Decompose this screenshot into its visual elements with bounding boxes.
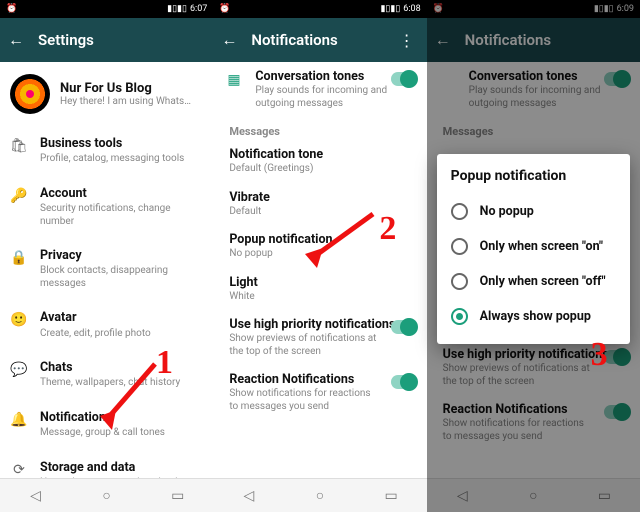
- row-reaction-notifications: Reaction NotificationsShow notifications…: [427, 395, 640, 450]
- row-light[interactable]: LightWhite: [213, 268, 426, 311]
- nav-recent-icon[interactable]: ▭: [382, 487, 400, 505]
- toggle-reactions[interactable]: [391, 375, 417, 389]
- nav-back-icon[interactable]: ◁: [240, 487, 258, 505]
- row-avatar[interactable]: 🙂AvatarCreate, edit, profile photo: [0, 300, 213, 350]
- nav-back-icon[interactable]: ◁: [27, 487, 45, 505]
- toggle-conversation-tones[interactable]: [391, 72, 417, 86]
- popup-notification-dialog: Popup notification No popup Only when sc…: [437, 154, 630, 344]
- row-notifications[interactable]: 🔔NotificationsMessage, group & call tone…: [0, 400, 213, 450]
- avatar: [10, 74, 50, 114]
- alarm-icon: ⏰: [219, 4, 230, 14]
- section-messages: Messages: [213, 117, 426, 140]
- status-time: 6:08: [403, 4, 420, 14]
- data-icon: ⟳: [10, 462, 28, 478]
- option-no-popup[interactable]: No popup: [451, 194, 616, 229]
- status-time: 6:09: [617, 4, 634, 14]
- toggle-high-priority[interactable]: [391, 320, 417, 334]
- page-title: Notifications: [465, 31, 551, 49]
- toggle-high-priority: [604, 350, 630, 364]
- nav-home-icon[interactable]: ○: [524, 487, 542, 505]
- row-chats[interactable]: 💬ChatsTheme, wallpapers, chat history: [0, 350, 213, 400]
- system-navbar: ◁ ○ ▭: [427, 478, 640, 512]
- nav-home-icon[interactable]: ○: [98, 487, 116, 505]
- row-storage[interactable]: ⟳Storage and dataNetwork usage, auto-dow…: [0, 450, 213, 479]
- row-high-priority: Use high priority notificationsShow prev…: [427, 340, 640, 395]
- toggle-conversation-tones: [604, 72, 630, 86]
- nav-back-icon[interactable]: ◁: [453, 487, 471, 505]
- row-conversation-tones: Conversation tones Play sounds for incom…: [427, 62, 640, 117]
- row-conversation-tones[interactable]: ▦ Conversation tones Play sounds for inc…: [213, 62, 426, 117]
- status-bar: ⏰ ▮▯▮▯6:07: [0, 0, 213, 18]
- back-icon[interactable]: ←: [435, 30, 451, 50]
- row-notification-tone[interactable]: Notification toneDefault (Greetings): [213, 140, 426, 183]
- nav-recent-icon[interactable]: ▭: [169, 487, 187, 505]
- row-account[interactable]: 🔑AccountSecurity notifications, change n…: [0, 176, 213, 238]
- nav-recent-icon[interactable]: ▭: [595, 487, 613, 505]
- back-icon[interactable]: ←: [221, 30, 237, 50]
- shop-icon: 🛍: [10, 138, 28, 154]
- dialog-title: Popup notification: [451, 168, 616, 184]
- key-icon: 🔑: [10, 188, 28, 204]
- header-bar: ← Settings: [0, 18, 213, 62]
- option-screen-on[interactable]: Only when screen "on": [451, 229, 616, 264]
- section-messages: Messages: [427, 117, 640, 140]
- row-privacy[interactable]: 🔒PrivacyBlock contacts, disappearing mes…: [0, 238, 213, 300]
- system-navbar: ◁ ○ ▭: [213, 478, 426, 512]
- system-navbar: ◁ ○ ▭: [0, 478, 213, 512]
- signal-icon: ▮▯▮▯: [380, 5, 400, 14]
- profile-status: Hey there! I am using Whats…: [60, 96, 191, 107]
- profile-name: Nur For Us Blog: [60, 81, 191, 96]
- status-time: 6:07: [190, 4, 207, 14]
- header-bar: ← Notifications: [427, 18, 640, 62]
- signal-icon: ▮▯▮▯: [167, 5, 187, 14]
- chat-icon: 💬: [10, 362, 28, 378]
- signal-icon: ▮▯▮▯: [594, 5, 614, 14]
- row-reaction-notifications[interactable]: Reaction NotificationsShow notifications…: [213, 365, 426, 420]
- profile-row[interactable]: Nur For Us Blog Hey there! I am using Wh…: [0, 62, 213, 126]
- screen-settings: ⏰ ▮▯▮▯6:07 ← Settings Nur For Us Blog He…: [0, 0, 213, 512]
- more-icon[interactable]: ⋮: [395, 31, 419, 50]
- status-bar: ⏰ ▮▯▮▯6:08: [213, 0, 426, 18]
- header-bar: ← Notifications ⋮: [213, 18, 426, 62]
- row-high-priority[interactable]: Use high priority notificationsShow prev…: [213, 310, 426, 365]
- bell-icon: 🔔: [10, 412, 28, 428]
- toggle-reactions: [604, 405, 630, 419]
- alarm-icon: ⏰: [6, 4, 17, 14]
- back-icon[interactable]: ←: [8, 30, 24, 50]
- qr-icon: ▦: [227, 72, 243, 88]
- screen-popup-dialog: ⏰ ▮▯▮▯6:09 ← Notifications Conversation …: [427, 0, 640, 512]
- option-screen-off[interactable]: Only when screen "off": [451, 264, 616, 299]
- screen-notifications: ⏰ ▮▯▮▯6:08 ← Notifications ⋮ ▦ Conversat…: [213, 0, 426, 512]
- row-popup-notification[interactable]: Popup notificationNo popup: [213, 225, 426, 268]
- alarm-icon: ⏰: [433, 4, 444, 14]
- page-title: Settings: [38, 31, 94, 49]
- status-bar: ⏰ ▮▯▮▯6:09: [427, 0, 640, 18]
- radio-icon-selected: [451, 308, 468, 325]
- lock-icon: 🔒: [10, 250, 28, 266]
- settings-content: Nur For Us Blog Hey there! I am using Wh…: [0, 62, 213, 478]
- option-always-show[interactable]: Always show popup: [451, 299, 616, 334]
- radio-icon: [451, 238, 468, 255]
- face-icon: 🙂: [10, 312, 28, 328]
- radio-icon: [451, 273, 468, 290]
- row-vibrate[interactable]: VibrateDefault: [213, 183, 426, 226]
- notifications-content: ▦ Conversation tones Play sounds for inc…: [213, 62, 426, 478]
- row-business-tools[interactable]: 🛍Business toolsProfile, catalog, messagi…: [0, 126, 213, 176]
- radio-icon: [451, 203, 468, 220]
- page-title: Notifications: [251, 31, 337, 49]
- nav-home-icon[interactable]: ○: [311, 487, 329, 505]
